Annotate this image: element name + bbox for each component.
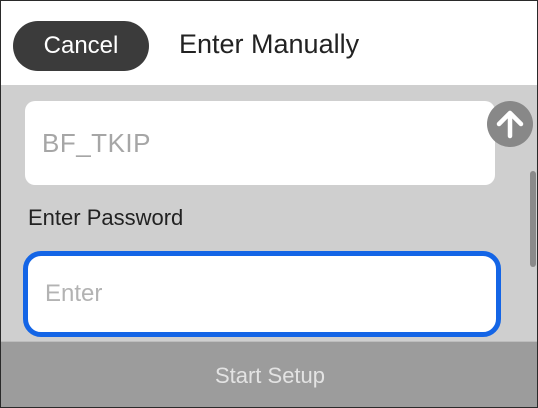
cancel-button[interactable]: Cancel <box>13 21 149 71</box>
password-input[interactable] <box>23 251 501 337</box>
scrollbar[interactable] <box>530 171 536 271</box>
password-label: Enter Password <box>28 205 184 230</box>
printer-panel-screen: Cancel Enter Manually BF_TKIP Enter Pass… <box>0 0 538 408</box>
header-bar: Cancel Enter Manually <box>1 1 537 85</box>
page-title: Enter Manually <box>179 29 360 59</box>
scrollbar-thumb[interactable] <box>530 171 536 267</box>
start-setup-button[interactable]: Start Setup <box>1 341 537 407</box>
ssid-field[interactable]: BF_TKIP <box>25 101 495 185</box>
scroll-up-button[interactable] <box>487 101 533 147</box>
arrow-up-icon <box>496 110 524 139</box>
content-area: BF_TKIP Enter Password <box>1 85 537 341</box>
